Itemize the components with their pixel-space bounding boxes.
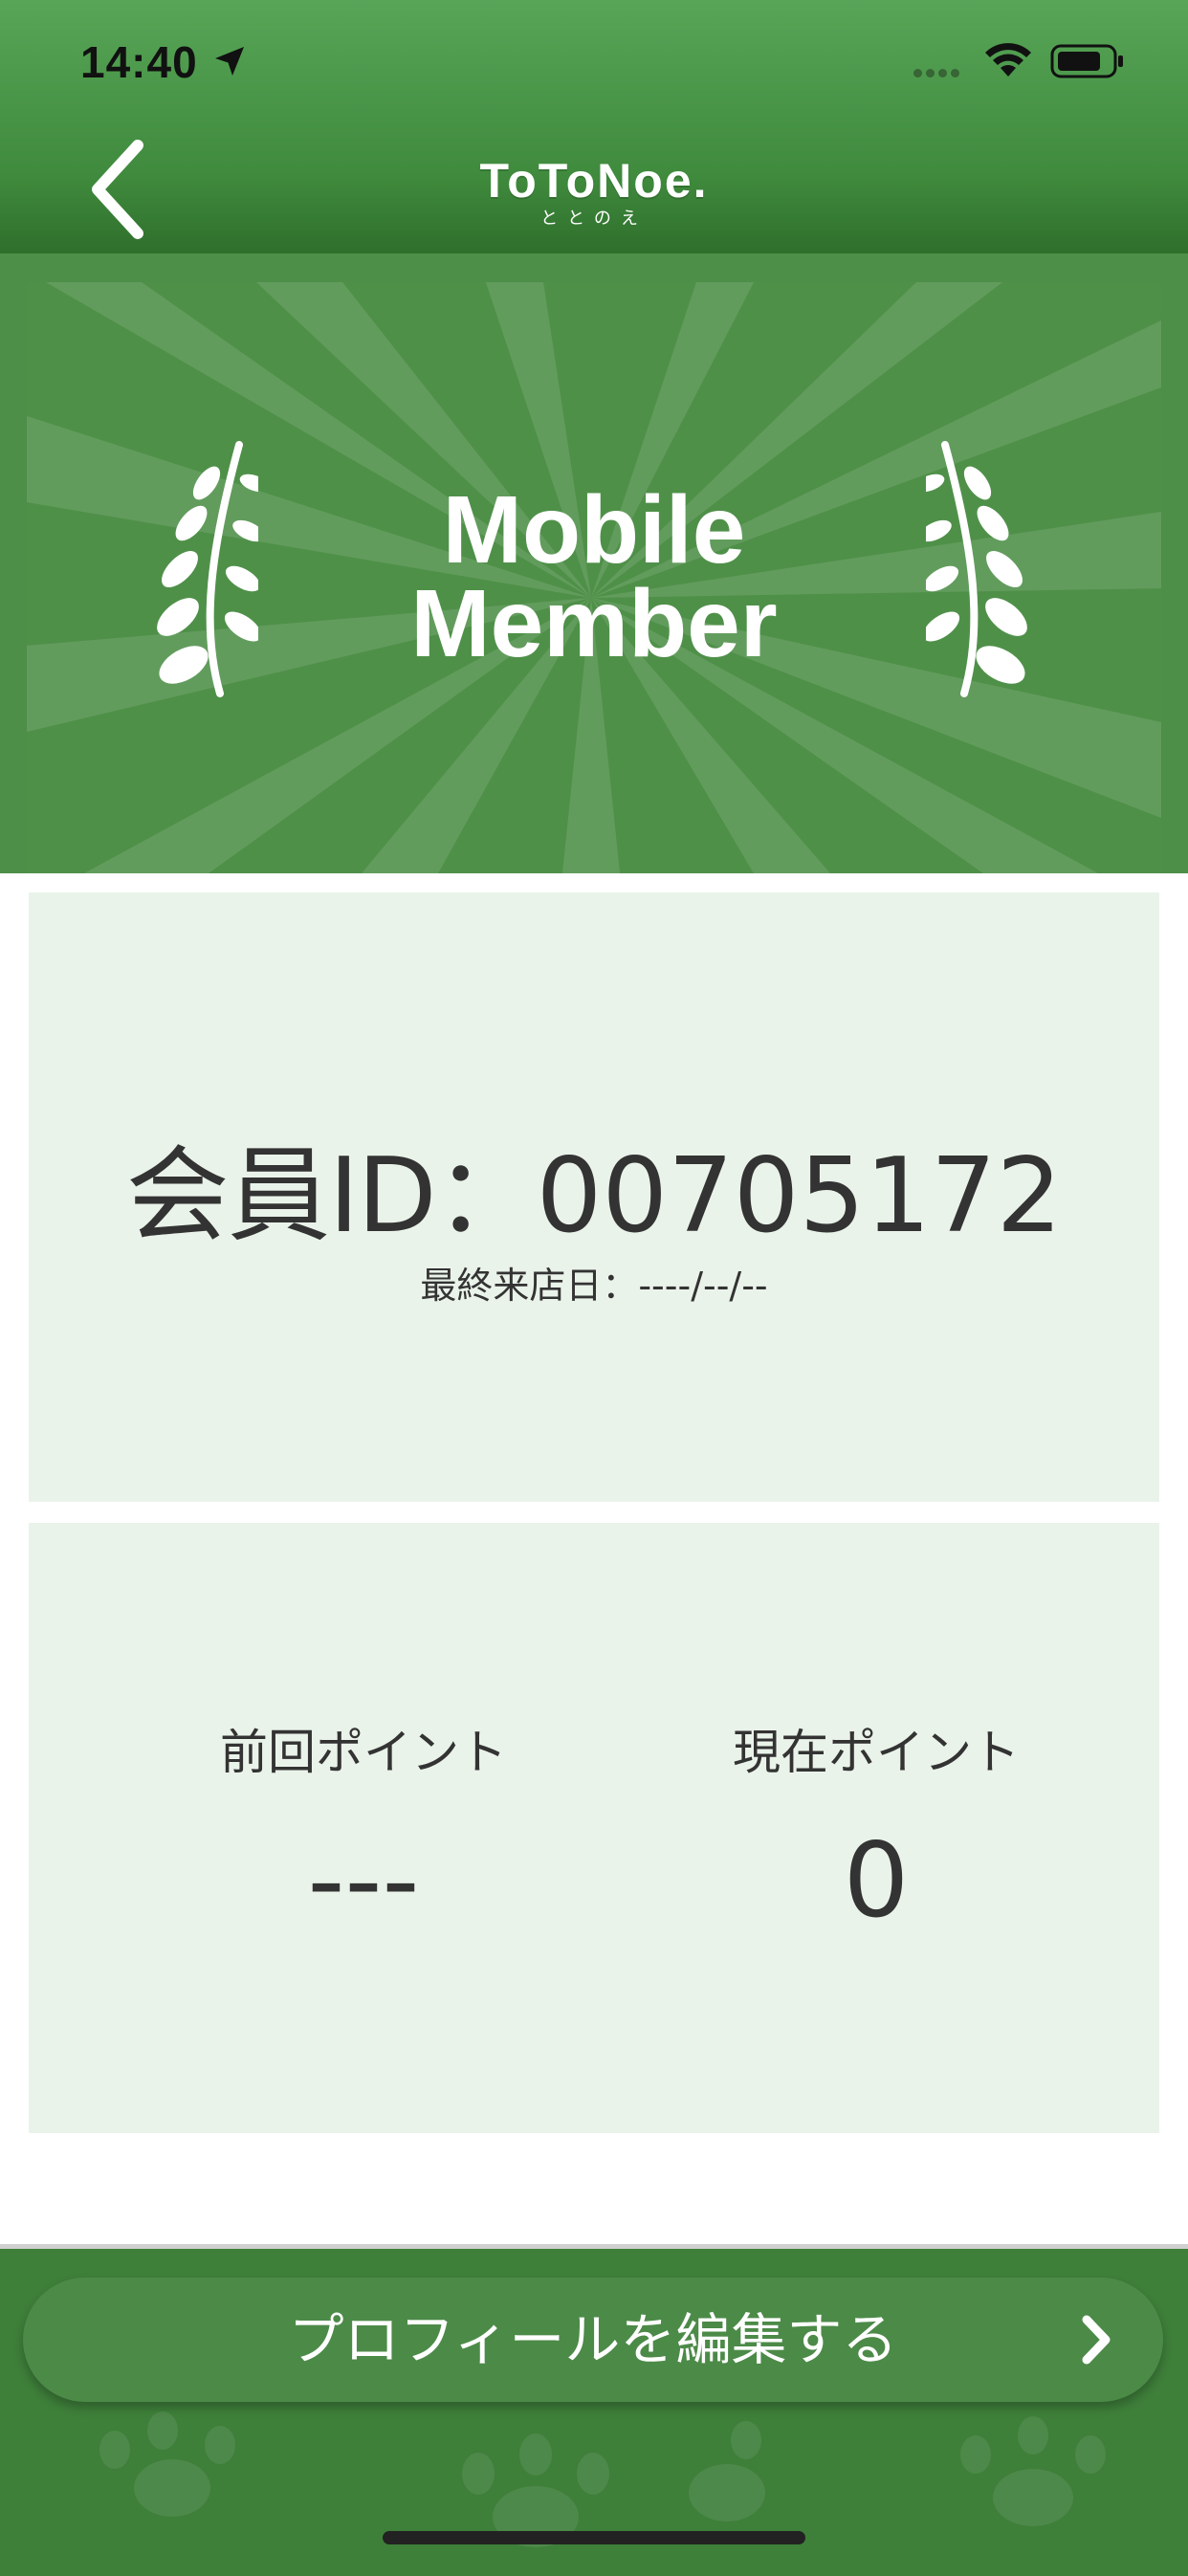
member-id-label: 会員ID： [125, 1136, 539, 1256]
banner-title: Mobile Member [287, 476, 901, 677]
laurel-left-icon [157, 441, 258, 697]
member-id-card: 会員ID：00705172 最終来店日：----/--/-- [29, 892, 1159, 1502]
current-points: 現在ポイント 0 [675, 1714, 1077, 1941]
laurel-right-icon [926, 441, 1027, 697]
banner-title-line2: Member [410, 570, 778, 677]
status-time: 14:40 [80, 37, 198, 87]
last-visit-label: 最終来店日： [420, 1265, 639, 1307]
location-arrow-icon [215, 47, 244, 76]
edit-profile-label: プロフィールを編集する [288, 2307, 898, 2372]
points-card: 前回ポイント --- 現在ポイント 0 [29, 1523, 1159, 2133]
current-points-value: 0 [843, 1821, 910, 1941]
top-navigation-bar: 14:40 ToToNoe. ととのえ [0, 0, 1188, 253]
member-banner: Mobile Member [0, 253, 1188, 873]
chevron-right-icon [1082, 2315, 1111, 2365]
member-id: 会員ID：00705172 [29, 1112, 1159, 1262]
previous-points-label: 前回ポイント [220, 1725, 507, 1780]
banner-title-line1: Mobile [442, 476, 746, 583]
bottom-bar: プロフィールを編集する [0, 2244, 1188, 2576]
home-indicator[interactable] [383, 2531, 805, 2544]
last-visit: 最終来店日：----/--/-- [29, 1256, 1159, 1309]
battery-icon [1050, 44, 1123, 78]
previous-points-value: --- [307, 1821, 420, 1941]
previous-points: 前回ポイント --- [163, 1714, 564, 1941]
last-visit-value: ----/--/-- [638, 1265, 768, 1307]
edit-profile-button[interactable]: プロフィールを編集する [23, 2278, 1163, 2402]
back-chevron-icon[interactable] [80, 132, 157, 247]
cellular-signal-icon [913, 63, 963, 81]
current-points-label: 現在ポイント [733, 1725, 1020, 1780]
member-id-value: 00705172 [536, 1136, 1063, 1256]
logo-subtext: ととのえ [540, 209, 648, 229]
wifi-icon [985, 43, 1031, 77]
status-bar: 14:40 [0, 0, 1188, 129]
logo-text: ToToNoe. [479, 154, 709, 208]
app-logo: ToToNoe. ととのえ [402, 153, 786, 230]
